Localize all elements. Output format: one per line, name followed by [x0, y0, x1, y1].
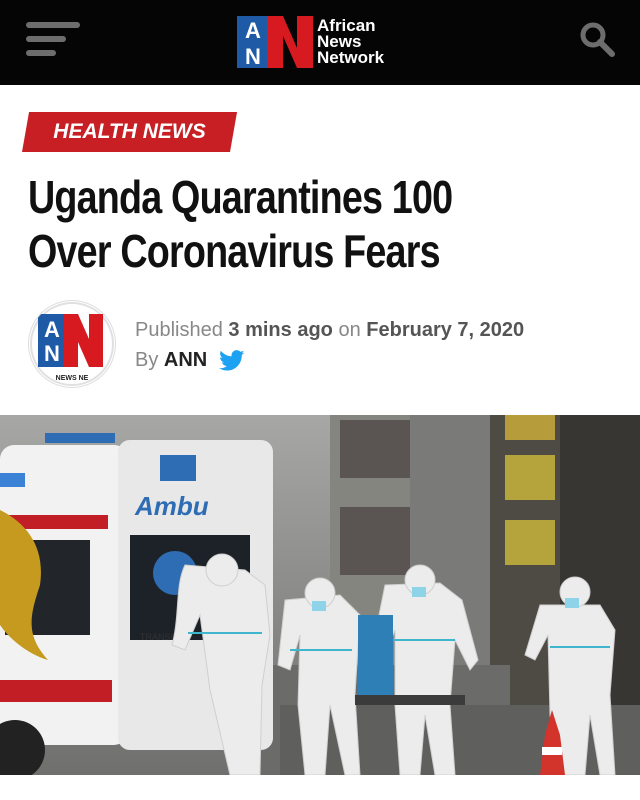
published-line: Published 3 mins ago on February 7, 2020 — [135, 315, 524, 345]
svg-text:N: N — [245, 44, 261, 69]
svg-text:N: N — [44, 341, 60, 366]
published-date: February 7, 2020 — [366, 319, 525, 341]
hospital-scene-image: Ambu TRANSIT — [0, 415, 640, 775]
ambulance-text: Ambu — [134, 491, 209, 521]
ann-avatar-icon: A N NEWS NE — [30, 302, 114, 386]
hamburger-menu-icon[interactable] — [26, 22, 80, 60]
site-logo[interactable]: A N African News Network — [237, 14, 384, 70]
author-avatar[interactable]: A N NEWS NE — [28, 300, 116, 388]
article-meta: Published 3 mins ago on February 7, 2020… — [135, 315, 524, 375]
search-icon[interactable] — [578, 20, 616, 58]
avatar-caption: NEWS NE — [56, 375, 89, 382]
bottom-spacer — [0, 775, 640, 800]
twitter-icon[interactable] — [218, 349, 245, 372]
byline: By ANN — [135, 345, 524, 375]
logo-wordmark: African News Network — [317, 17, 385, 67]
logo-letter-a: A — [245, 18, 261, 43]
article-hero-photo[interactable]: Ambu TRANSIT — [0, 415, 640, 775]
title-line-1: Uganda Quarantines 100 — [28, 171, 453, 223]
title-line-2: Over Coronavirus Fears — [28, 225, 441, 277]
svg-text:A: A — [44, 317, 60, 342]
ann-logo-icon: A N — [237, 16, 313, 69]
by-prefix: By — [135, 349, 159, 371]
published-on-word: on — [338, 319, 361, 341]
published-prefix: Published — [135, 319, 223, 341]
top-navigation-bar: A N African News Network — [0, 0, 640, 85]
category-label: HEALTH NEWS — [53, 120, 206, 143]
category-badge[interactable]: HEALTH NEWS — [22, 112, 238, 152]
logo-word-network: Network — [317, 48, 385, 67]
published-relative-time: 3 mins ago — [228, 319, 333, 341]
author-name[interactable]: ANN — [164, 349, 207, 371]
article-title: Uganda Quarantines 100 Over Coronavirus … — [28, 170, 512, 278]
